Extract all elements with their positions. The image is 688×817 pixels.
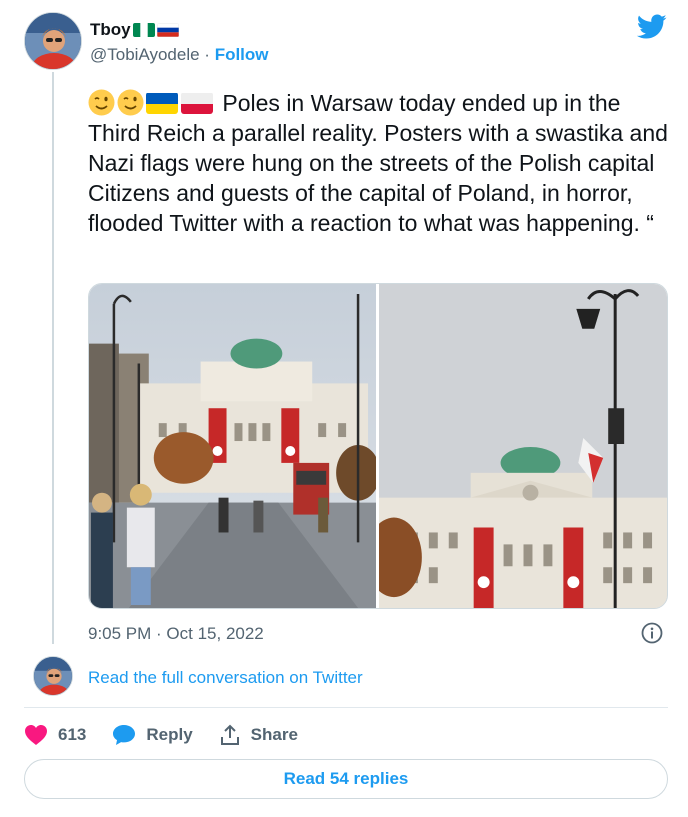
share-button[interactable]: Share xyxy=(219,724,298,746)
tweet-text: Poles in Warsaw today ended up in the Th… xyxy=(88,88,673,238)
tweet-embed-card: Tboy @TobiAyodele · Follow Poles in Wars… xyxy=(0,0,688,817)
author-name-row[interactable]: Tboy xyxy=(90,19,179,41)
read-full-conversation-link[interactable]: Read the full conversation on Twitter xyxy=(88,668,363,688)
author-handle[interactable]: @TobiAyodele xyxy=(90,45,200,64)
heart-icon xyxy=(25,725,47,745)
twitter-bird-icon[interactable] xyxy=(637,14,667,40)
author-handle-row: @TobiAyodele · Follow xyxy=(90,45,269,65)
author-display-name[interactable]: Tboy xyxy=(90,20,131,40)
like-button[interactable]: 613 xyxy=(24,724,86,746)
tweet-actions: 613 Reply Share xyxy=(24,720,324,750)
reply-bubble-icon xyxy=(113,725,136,745)
divider xyxy=(24,707,668,708)
nigeria-flag-icon xyxy=(132,23,155,37)
tweet-media-grid xyxy=(88,283,668,609)
ukraine-flag-icon xyxy=(146,92,178,114)
palace-facade-photo[interactable] xyxy=(379,284,667,608)
info-icon[interactable] xyxy=(641,622,663,644)
russia-flag-icon xyxy=(156,23,179,37)
follow-button[interactable]: Follow xyxy=(215,45,269,64)
like-count: 613 xyxy=(58,725,87,744)
author-avatar[interactable] xyxy=(24,12,82,70)
conversation-avatar[interactable] xyxy=(33,656,73,696)
thread-line xyxy=(52,72,54,644)
poland-flag-icon xyxy=(181,92,213,114)
warsaw-street-photo[interactable] xyxy=(89,284,376,608)
reply-label: Reply xyxy=(146,725,193,744)
share-label: Share xyxy=(250,725,298,744)
handle-separator: · xyxy=(199,45,215,64)
tweet-timestamp[interactable]: 9:05 PM · Oct 15, 2022 xyxy=(88,624,264,644)
reply-button[interactable]: Reply xyxy=(112,724,193,746)
winking-face-emoji-icon xyxy=(117,89,144,116)
read-replies-button[interactable]: Read 54 replies xyxy=(24,759,668,799)
winking-face-emoji-icon xyxy=(88,89,115,116)
share-upload-icon xyxy=(220,724,239,745)
